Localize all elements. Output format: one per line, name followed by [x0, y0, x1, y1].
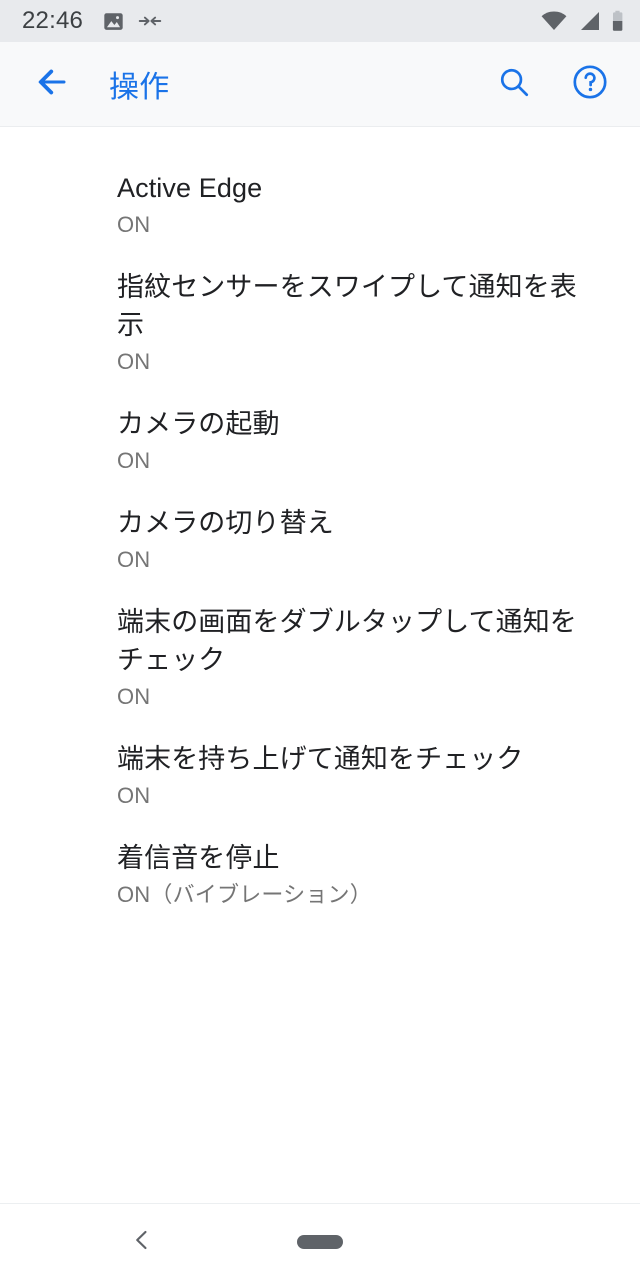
- back-button[interactable]: [28, 60, 76, 108]
- cellular-signal-icon: [578, 11, 600, 31]
- status-system-icons: [541, 10, 624, 32]
- preference-summary: ON: [117, 349, 151, 374]
- help-button[interactable]: [566, 60, 614, 108]
- phone-screen: 22:46 操作 Active Edge ON 指紋センサーをスワイプして通知を…: [0, 0, 640, 1280]
- home-pill-indicator[interactable]: [297, 1235, 343, 1249]
- preference-title: カメラの切り替え: [117, 508, 334, 538]
- preference-summary: ON（バイブレーション）: [117, 882, 372, 907]
- app-bar-actions: [490, 60, 614, 108]
- search-icon: [497, 65, 531, 104]
- preference-summary: ON: [117, 547, 151, 572]
- list-item[interactable]: 端末の画面をダブルタップして通知をチェック ON: [0, 589, 640, 726]
- collapse-arrows-icon: [138, 11, 162, 31]
- preference-title: 端末を持ち上げて通知をチェック: [117, 744, 524, 774]
- preference-title: 着信音を停止: [117, 843, 280, 873]
- nav-back-button[interactable]: [118, 1218, 166, 1266]
- list-item[interactable]: カメラの起動 ON: [0, 391, 640, 490]
- preference-title: 指紋センサーをスワイプして通知を表示: [117, 272, 577, 340]
- list-item[interactable]: 指紋センサーをスワイプして通知を表示 ON: [0, 254, 640, 391]
- status-notification-icons: [103, 11, 162, 32]
- navigation-bar: [0, 1203, 640, 1280]
- list-item[interactable]: カメラの切り替え ON: [0, 490, 640, 589]
- status-bar: 22:46: [0, 0, 640, 42]
- list-item[interactable]: 端末を持ち上げて通知をチェック ON: [0, 726, 640, 825]
- preference-list: Active Edge ON 指紋センサーをスワイプして通知を表示 ON カメラ…: [0, 127, 640, 1203]
- preference-summary: ON: [117, 684, 151, 709]
- wifi-icon: [541, 11, 567, 31]
- battery-icon: [611, 10, 624, 32]
- page-title: 操作: [109, 71, 170, 104]
- list-item[interactable]: 着信音を停止 ON（バイブレーション）: [0, 825, 640, 924]
- preference-summary: ON: [117, 783, 151, 808]
- preference-title: カメラの起動: [117, 409, 280, 439]
- app-bar: 操作: [0, 42, 640, 127]
- preference-title: Active Edge: [117, 173, 263, 203]
- chevron-left-icon: [129, 1227, 155, 1258]
- arrow-left-icon: [34, 64, 70, 105]
- preference-summary: ON: [117, 448, 151, 473]
- status-time: 22:46: [22, 7, 84, 34]
- screenshot-image-icon: [103, 11, 124, 32]
- help-circle-icon: [571, 63, 609, 106]
- search-button[interactable]: [490, 60, 538, 108]
- list-item[interactable]: Active Edge ON: [0, 155, 640, 254]
- preference-summary: ON: [117, 212, 151, 237]
- preference-title: 端末の画面をダブルタップして通知をチェック: [117, 607, 577, 675]
